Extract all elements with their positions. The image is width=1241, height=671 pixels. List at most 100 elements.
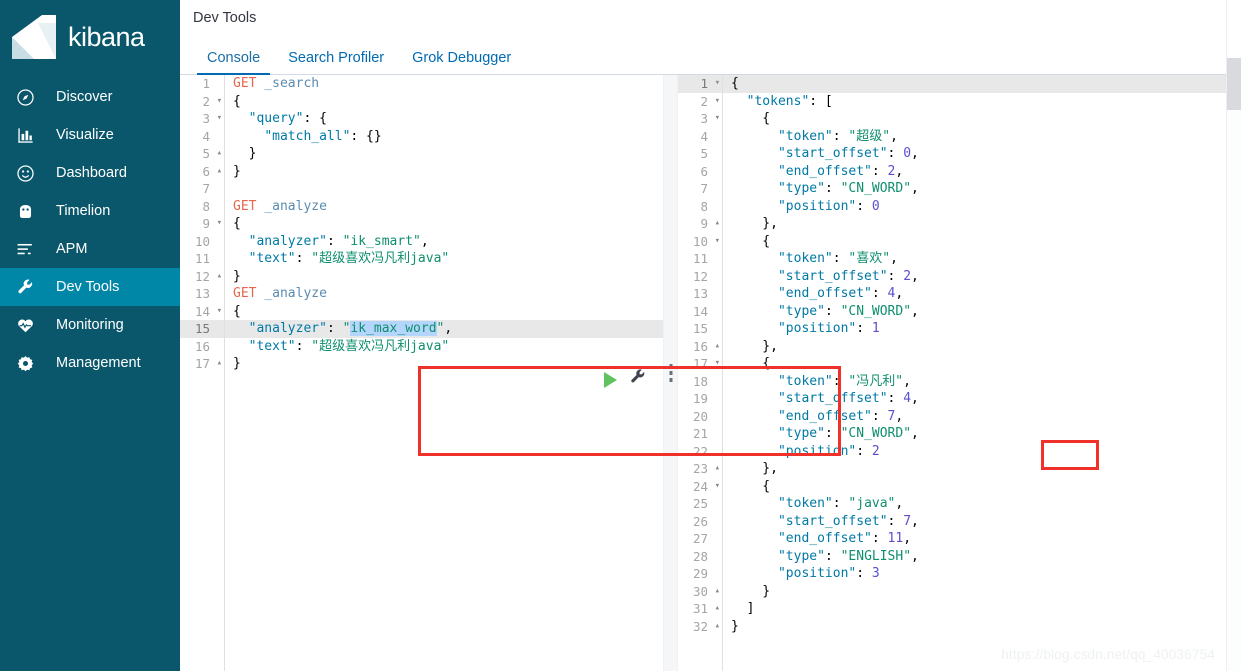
scrollbar-thumb[interactable]	[1227, 58, 1241, 110]
code-line[interactable]: }	[723, 618, 1241, 636]
code-line[interactable]: "start_offset": 7,	[723, 513, 1241, 531]
code-line[interactable]: "end_offset": 2,	[723, 163, 1241, 181]
code-line[interactable]: {	[225, 215, 663, 233]
fold-arrow-icon[interactable]: ▾	[212, 303, 222, 321]
fold-arrow-icon[interactable]: ▾	[710, 355, 720, 373]
sidebar-item-dev-tools[interactable]: Dev Tools	[0, 268, 180, 306]
watermark-text: https://blog.csdn.net/qq_40036754	[1001, 647, 1215, 662]
code-line[interactable]: "position": 3	[723, 565, 1241, 583]
code-line[interactable]: "token": "java",	[723, 495, 1241, 513]
sidebar-item-dashboard[interactable]: Dashboard	[0, 154, 180, 192]
code-line[interactable]: {	[723, 478, 1241, 496]
request-editor-pane[interactable]: 1 2 ▾ 3 ▾ 4 5 ▴ 6 ▴ 7 8 9 ▾ 10 11 12 ▴ 13 14 ▾ 15 16 17 ▴ GET _s…	[180, 75, 663, 671]
fold-arrow-icon[interactable]: ▴	[710, 618, 720, 636]
code-line[interactable]: "position": 1	[723, 320, 1241, 338]
code-line[interactable]: GET _analyze	[225, 198, 663, 216]
code-line[interactable]: "type": "CN_WORD",	[723, 180, 1241, 198]
sidebar-item-management[interactable]: Management	[0, 344, 180, 382]
code-line[interactable]: "position": 0	[723, 198, 1241, 216]
fold-arrow-icon[interactable]: ▴	[212, 163, 222, 181]
fold-arrow-icon[interactable]: ▾	[710, 110, 720, 128]
kibana-brand[interactable]: kibana	[0, 0, 180, 74]
line-number: 21	[692, 426, 708, 441]
code-line[interactable]: "token": "超级",	[723, 128, 1241, 146]
fold-arrow-icon[interactable]: ▴	[212, 268, 222, 286]
fold-arrow-icon[interactable]: ▴	[212, 355, 222, 373]
code-line[interactable]: },	[723, 460, 1241, 478]
sidebar-item-label: Management	[56, 355, 141, 371]
code-line[interactable]: "end_offset": 4,	[723, 285, 1241, 303]
code-line[interactable]: "text": "超级喜欢冯凡利java"	[225, 338, 663, 356]
play-button[interactable]	[604, 371, 617, 388]
line-number: 16 ▴	[692, 338, 720, 356]
fold-arrow-icon[interactable]: ▾	[212, 110, 222, 128]
code-line[interactable]: },	[723, 215, 1241, 233]
code-line[interactable]: },	[723, 338, 1241, 356]
fold-arrow-icon[interactable]: ▴	[710, 215, 720, 233]
fold-arrow-icon[interactable]: ▾	[212, 93, 222, 111]
code-line[interactable]: GET _analyze	[225, 285, 663, 303]
code-line[interactable]: }	[225, 163, 663, 181]
tab-search-profiler[interactable]: Search Profiler	[274, 50, 398, 74]
fold-arrow-icon[interactable]: ▴	[710, 338, 720, 356]
code-line[interactable]: "start_offset": 0,	[723, 145, 1241, 163]
code-line[interactable]: "tokens": [	[723, 93, 1241, 111]
sidebar-item-apm[interactable]: APM	[0, 230, 180, 268]
code-line[interactable]: "position": 2	[723, 443, 1241, 461]
fold-arrow-icon[interactable]: ▴	[710, 583, 720, 601]
code-line[interactable]	[225, 180, 663, 198]
code-line[interactable]: "type": "CN_WORD",	[723, 303, 1241, 321]
code-line[interactable]: "end_offset": 11,	[723, 530, 1241, 548]
tab-console[interactable]: Console	[193, 50, 274, 75]
code-line[interactable]: "analyzer": "ik_smart",	[225, 233, 663, 251]
line-number: 13	[692, 286, 708, 301]
code-line[interactable]: {	[225, 303, 663, 321]
code-line[interactable]: "start_offset": 4,	[723, 390, 1241, 408]
request-code[interactable]: GET _search{ "query": { "match_all": {} …	[224, 75, 663, 671]
fold-arrow-icon[interactable]: ▾	[710, 93, 720, 111]
code-line[interactable]: {	[723, 355, 1241, 373]
fold-arrow-icon[interactable]: ▴	[710, 600, 720, 618]
fold-arrow-icon[interactable]: ▾	[212, 215, 222, 233]
pane-splitter-handle[interactable]	[663, 75, 678, 671]
code-line[interactable]: "type": "ENGLISH",	[723, 548, 1241, 566]
code-line[interactable]: "start_offset": 2,	[723, 268, 1241, 286]
scrollbar-track	[1227, 0, 1241, 56]
code-line[interactable]: {	[723, 233, 1241, 251]
code-line[interactable]: "token": "冯凡利",	[723, 373, 1241, 391]
sidebar-item-discover[interactable]: Discover	[0, 78, 180, 116]
code-line[interactable]: "analyzer": "ik_max_word",	[225, 320, 663, 338]
code-line[interactable]: GET _search	[225, 75, 663, 93]
line-number: 20	[692, 408, 708, 424]
code-line[interactable]: "query": {	[225, 110, 663, 128]
fold-arrow-icon[interactable]: ▴	[710, 460, 720, 478]
wrench-icon[interactable]	[629, 368, 647, 391]
code-line[interactable]: "text": "超级喜欢冯凡利java"	[225, 250, 663, 268]
code-line[interactable]: }	[225, 145, 663, 163]
fold-arrow-icon[interactable]: ▾	[710, 75, 720, 93]
response-code[interactable]: { "tokens": [ { "token": "超级", "start_of…	[722, 75, 1241, 671]
brand-label: kibana	[68, 21, 145, 52]
code-line[interactable]: {	[723, 110, 1241, 128]
code-line[interactable]: "end_offset": 7,	[723, 408, 1241, 426]
code-line[interactable]: "type": "CN_WORD",	[723, 425, 1241, 443]
page-scrollbar[interactable]	[1226, 0, 1241, 671]
code-line[interactable]: "token": "喜欢",	[723, 250, 1241, 268]
sidebar-item-visualize[interactable]: Visualize	[0, 116, 180, 154]
code-line[interactable]: "match_all": {}	[225, 128, 663, 146]
fold-arrow-icon[interactable]: ▴	[212, 145, 222, 163]
fold-arrow-icon[interactable]: ▾	[710, 233, 720, 251]
sidebar-item-label: APM	[56, 241, 88, 257]
code-line[interactable]: }	[225, 268, 663, 286]
code-line[interactable]: }	[723, 583, 1241, 601]
fold-arrow-icon[interactable]: ▾	[710, 478, 720, 496]
tab-grok-debugger[interactable]: Grok Debugger	[398, 50, 525, 74]
code-line[interactable]: }	[225, 355, 663, 373]
line-number: 4	[202, 128, 210, 144]
response-editor-pane[interactable]: 1 ▾ 2 ▾ 3 ▾ 4 5 6 7 8 9 ▴ 10 ▾ 11 12 13 14 15 16 ▴ 17 ▾ 18 19 20 21…	[678, 75, 1241, 671]
code-line[interactable]: {	[225, 93, 663, 111]
code-line[interactable]: {	[723, 75, 1241, 93]
code-line[interactable]: ]	[723, 600, 1241, 618]
sidebar-item-timelion[interactable]: Timelion	[0, 192, 180, 230]
sidebar-item-monitoring[interactable]: Monitoring	[0, 306, 180, 344]
